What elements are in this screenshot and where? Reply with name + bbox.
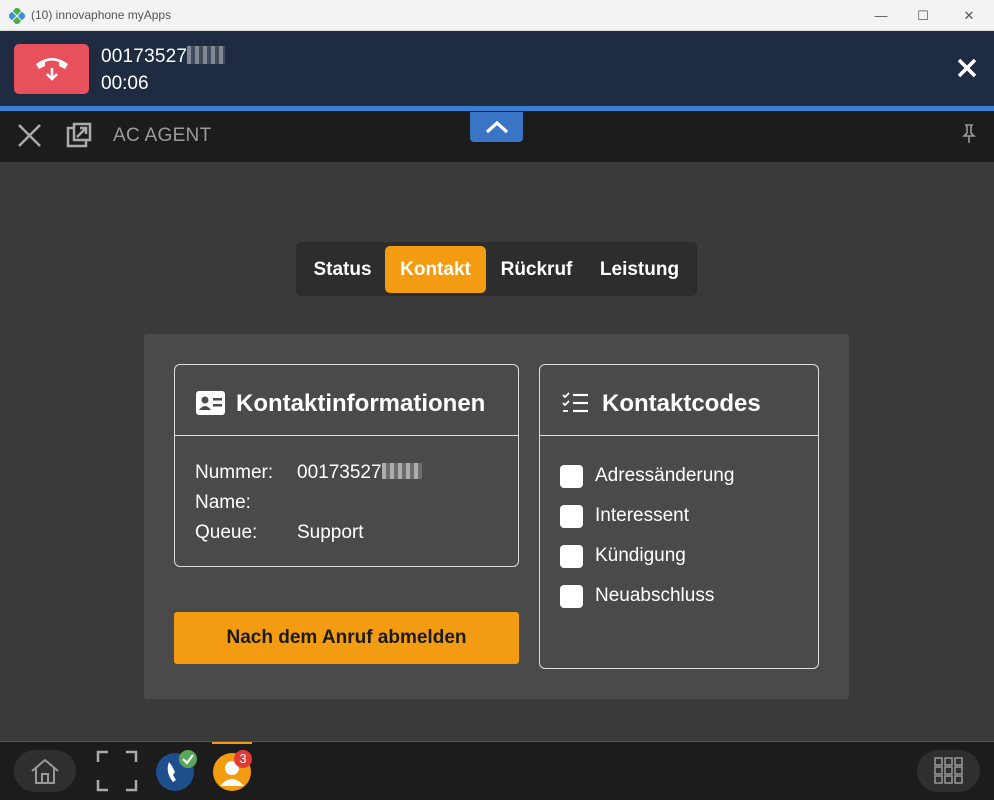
close-app-icon[interactable]: [16, 122, 43, 149]
minimize-button[interactable]: —: [858, 0, 904, 31]
code-item-interessent[interactable]: Interessent: [560, 503, 689, 529]
redacted-digits: [381, 463, 422, 479]
app-title: AC AGENT: [113, 125, 212, 146]
call-number-text: 00173527: [101, 46, 188, 67]
agent-badge: 3: [239, 751, 247, 766]
apps-grid-icon: [933, 757, 963, 784]
number-value: 00173527: [297, 462, 422, 484]
code-item-kuendigung[interactable]: Kündigung: [560, 543, 686, 569]
collapse-call-button[interactable]: [470, 112, 523, 142]
popout-icon[interactable]: [65, 122, 92, 149]
hangup-icon: [35, 58, 68, 81]
phone-app-icon[interactable]: [155, 750, 197, 792]
bottom-taskbar: [0, 741, 994, 800]
window-close-button[interactable]: ✕: [946, 0, 992, 31]
contact-info-title: Kontaktinformationen: [236, 390, 486, 417]
pin-icon[interactable]: [958, 123, 980, 145]
innovaphone-logo-icon: [9, 8, 25, 24]
home-icon: [31, 758, 59, 784]
window-title: (10) innovaphone myApps: [31, 8, 172, 22]
hangup-button[interactable]: [14, 44, 89, 94]
close-icon: [957, 58, 977, 78]
active-call-bar: [0, 31, 994, 106]
fullscreen-icon[interactable]: [96, 750, 138, 792]
code-label: Adressänderung: [595, 465, 735, 486]
tab-leistung[interactable]: Leistung: [586, 246, 693, 293]
code-label: Neuabschluss: [595, 585, 715, 606]
queue-value: Support: [297, 522, 364, 543]
call-number: 00173527: [101, 46, 226, 68]
window-titlebar: (10) innovaphone myApps — ☐ ✕: [0, 0, 994, 31]
name-label: Name:: [195, 492, 251, 513]
code-label: Interessent: [595, 505, 689, 526]
maximize-button[interactable]: ☐: [900, 0, 946, 31]
tab-status[interactable]: Status: [300, 246, 385, 293]
checklist-icon: [562, 392, 588, 413]
call-duration: 00:06: [101, 73, 149, 94]
contact-codes-title: Kontaktcodes: [602, 390, 761, 417]
chevron-up-icon: [485, 120, 508, 134]
id-card-icon: [196, 391, 225, 415]
code-label: Kündigung: [595, 545, 686, 566]
tab-kontakt[interactable]: Kontakt: [385, 246, 486, 293]
code-item-neuabschluss[interactable]: Neuabschluss: [560, 583, 714, 609]
checkbox[interactable]: [560, 544, 583, 568]
redacted-digits: [187, 46, 226, 64]
logout-after-call-button[interactable]: Nach dem Anruf abmelden: [174, 612, 519, 664]
number-label: Nummer:: [195, 462, 274, 483]
checkbox[interactable]: [560, 464, 583, 488]
checkbox[interactable]: [560, 584, 583, 608]
apps-button[interactable]: [917, 750, 980, 792]
tab-rueckruf[interactable]: Rückruf: [487, 246, 586, 293]
call-close-button[interactable]: [953, 54, 981, 82]
checkbox[interactable]: [560, 504, 583, 528]
queue-label: Queue:: [195, 522, 258, 543]
home-button[interactable]: [14, 750, 76, 792]
number-value-text: 00173527: [297, 462, 382, 483]
active-app-indicator: [212, 742, 252, 744]
code-item-adressaenderung[interactable]: Adressänderung: [560, 463, 734, 489]
